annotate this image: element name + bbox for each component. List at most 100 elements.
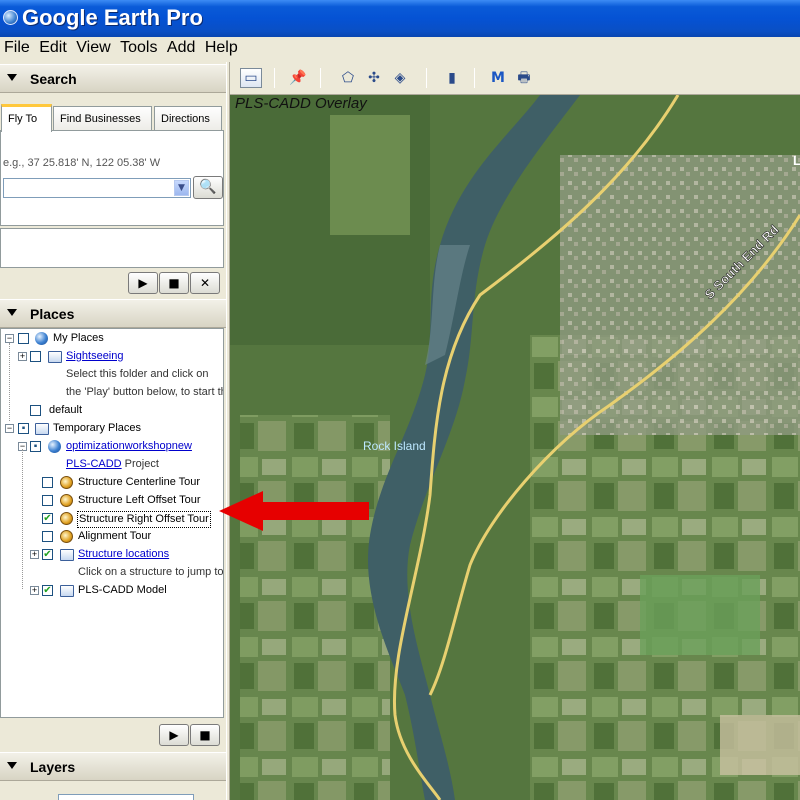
tree-label: Alignment Tour <box>78 530 152 542</box>
tree-description: the 'Play' button below, to start th <box>66 386 224 398</box>
layers-panel-header[interactable]: Layers <box>0 752 226 781</box>
checkbox[interactable] <box>42 477 53 488</box>
tree-line <box>9 343 10 421</box>
menu-view[interactable]: View <box>76 37 110 59</box>
tree-label: My Places <box>53 332 104 344</box>
checkbox-checked[interactable]: ✔ <box>42 513 53 524</box>
overlay-title: PLS-CADD Overlay <box>235 95 367 112</box>
checkbox[interactable] <box>42 531 53 542</box>
tree-row-optimizationworkshopnew[interactable]: − ▪ optimizationworkshopnew <box>1 438 223 456</box>
collapse-toggle[interactable]: − <box>5 424 14 433</box>
checkbox[interactable] <box>30 405 41 416</box>
checkbox[interactable] <box>18 333 29 344</box>
search-close-button[interactable]: ✕ <box>190 272 220 294</box>
overlay-icon[interactable]: ◈ <box>390 69 410 87</box>
toolbar-separator <box>474 68 475 88</box>
expand-toggle[interactable]: + <box>30 586 39 595</box>
tree-label: PLS-CADD Model <box>78 584 167 596</box>
menu-tools[interactable]: Tools <box>120 37 157 59</box>
tree-row-sightseeing[interactable]: + Sightseeing <box>1 348 223 366</box>
tree-row-right-offset-tour[interactable]: ✔ Structure Right Offset Tour <box>1 510 223 528</box>
fly-to-input[interactable]: ▼ <box>3 178 191 198</box>
tree-row-centerline-tour[interactable]: Structure Centerline Tour <box>1 474 223 492</box>
tour-icon <box>60 530 73 543</box>
tab-find-businesses[interactable]: Find Businesses <box>53 106 152 132</box>
ruler-icon[interactable]: ▮ <box>442 69 462 87</box>
tree-row-temporary-places[interactable]: − ▪ Temporary Places <box>1 420 223 438</box>
search-header-label: Search <box>30 71 77 87</box>
close-icon: ✕ <box>199 276 211 290</box>
expand-toggle[interactable]: + <box>18 352 27 361</box>
tree-label-link[interactable]: Sightseeing <box>66 348 124 365</box>
tree-row-pls-cadd-model[interactable]: + ✔ PLS-CADD Model <box>1 582 223 600</box>
tree-description: PLS-CADD Project <box>66 456 159 474</box>
tree-label-link[interactable]: Structure locations <box>78 546 169 563</box>
tree-description: Click on a structure to jump to <box>78 566 224 578</box>
checkbox-checked[interactable]: ✔ <box>42 585 53 596</box>
tree-description: Select this folder and click on <box>66 368 209 380</box>
tour-icon <box>60 494 73 507</box>
checkbox[interactable]: ▪ <box>30 441 41 452</box>
tree-label-selected: Structure Right Offset Tour <box>77 511 211 528</box>
checkbox[interactable]: ▪ <box>18 423 29 434</box>
layers-dropdown[interactable] <box>58 794 194 800</box>
sidebar-icon[interactable]: ▭ <box>240 68 262 88</box>
print-icon[interactable]: 🖶 <box>514 69 534 87</box>
checkbox[interactable] <box>30 351 41 362</box>
places-play-button[interactable]: ▶ <box>159 724 189 746</box>
chevron-down-icon[interactable]: ▼ <box>174 180 189 196</box>
search-hint: e.g., 37 25.818' N, 122 05.38' W <box>3 157 161 169</box>
expand-toggle[interactable]: + <box>30 550 39 559</box>
satellite-imagery[interactable]: Rock Island S South End Rd L <box>230 95 800 800</box>
stop-icon: ■ <box>199 728 211 742</box>
menu-bar: File Edit View Tools Add Help <box>0 37 800 60</box>
menu-add[interactable]: Add <box>167 37 195 59</box>
checkbox[interactable] <box>42 495 53 506</box>
map-label-road-2: L <box>793 153 800 168</box>
toolbar-separator <box>426 68 427 88</box>
menu-edit[interactable]: Edit <box>39 37 67 59</box>
email-icon[interactable]: M <box>488 69 508 87</box>
search-panel-header[interactable]: Search <box>0 64 226 93</box>
annotation-arrow <box>219 491 369 531</box>
tour-icon <box>60 476 73 489</box>
path-icon[interactable]: ✣ <box>364 69 384 87</box>
places-stop-button[interactable]: ■ <box>190 724 220 746</box>
tab-directions[interactable]: Directions <box>154 106 222 132</box>
collapse-icon <box>7 762 17 769</box>
tree-label-link[interactable]: optimizationworkshopnew <box>66 438 192 455</box>
places-header-label: Places <box>30 306 75 322</box>
layers-header-label: Layers <box>30 759 76 775</box>
tree-row-default[interactable]: default <box>1 402 223 420</box>
window-title: Google Earth Pro <box>22 5 203 30</box>
search-stop-button[interactable]: ■ <box>159 272 189 294</box>
collapse-toggle[interactable]: − <box>5 334 14 343</box>
tree-label: Structure Left Offset Tour <box>78 494 201 506</box>
search-button[interactable]: 🔍 <box>193 176 223 199</box>
places-panel-header[interactable]: Places <box>0 299 226 328</box>
tree-row-my-places[interactable]: − My Places <box>1 330 223 348</box>
menu-file[interactable]: File <box>4 37 30 59</box>
placemark-icon[interactable]: 📌 <box>288 69 308 87</box>
pls-cadd-link[interactable]: PLS-CADD <box>66 458 122 470</box>
places-tree: − My Places + Sightseeing Select this fo… <box>0 328 224 718</box>
map-view[interactable]: Rock Island S South End Rd L PLS-CADD Ov… <box>230 95 800 800</box>
search-box: e.g., 37 25.818' N, 122 05.38' W ▼ 🔍 <box>0 130 224 226</box>
search-results <box>0 228 224 268</box>
polygon-icon[interactable]: ⬠ <box>338 69 358 87</box>
tree-row-left-offset-tour[interactable]: Structure Left Offset Tour <box>1 492 223 510</box>
globe-icon <box>35 332 48 345</box>
kml-globe-icon <box>48 440 61 453</box>
tree-row-structure-locations[interactable]: + ✔ Structure locations <box>1 546 223 564</box>
tree-label: default <box>49 404 83 416</box>
map-toolbar: ▭ 📌 ⬠ ✣ ◈ ▮ M 🖶 <box>230 62 800 95</box>
folder-icon <box>60 585 74 597</box>
project-text: Project <box>121 458 159 470</box>
tab-fly-to[interactable]: Fly To <box>1 104 52 132</box>
search-play-button[interactable]: ▶ <box>128 272 158 294</box>
tree-row-alignment-tour[interactable]: Alignment Tour <box>1 528 223 546</box>
search-icon: 🔍 <box>199 179 217 195</box>
checkbox-checked[interactable]: ✔ <box>42 549 53 560</box>
tree-line <box>22 449 23 589</box>
menu-help[interactable]: Help <box>205 37 238 59</box>
